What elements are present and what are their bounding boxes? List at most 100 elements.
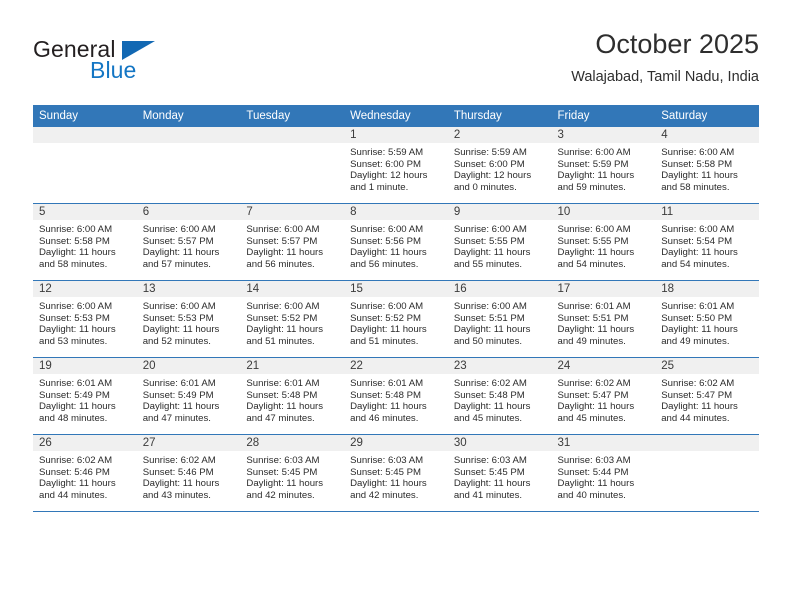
calendar-day-cell[interactable]: 9 Sunrise: 6:00 AM Sunset: 5:55 PM Daylight… [447, 203, 552, 281]
day-number: 13 [136, 281, 241, 297]
calendar-grid: Sunday Monday Tuesday Wednesday Thursday Frid… [33, 105, 759, 512]
calendar-day-cell[interactable]: 6 Sunrise: 6:00 AM Sunset: 5:57 PM Daylight… [136, 203, 241, 281]
calendar-week-row: 1 Sunrise: 5:59 AM Sunset: 6:00 PM Daylight… [33, 127, 759, 204]
calendar-day-cell[interactable]: 19 Sunrise: 6:01 AM Sunset: 5:49 PM Dayligh… [33, 357, 137, 435]
sunrise-text: Sunrise: 6:00 AM [39, 301, 113, 312]
page-title: October 2025 [595, 29, 759, 59]
day-details: Sunrise: 6:01 AM Sunset: 5:48 PM Daylight:… [344, 374, 448, 425]
daylight-text: Daylight: 12 hours and 1 minute. [350, 170, 428, 194]
calendar-day-cell[interactable]: 24 Sunrise: 6:02 AM Sunset: 5:47 PM Dayligh… [551, 357, 656, 435]
daylight-text: Daylight: 11 hours and 48 minutes. [39, 401, 116, 425]
daylight-text: Daylight: 11 hours and 58 minutes. [39, 247, 116, 271]
sunrise-text: Sunrise: 6:00 AM [39, 224, 113, 235]
daylight-text: Daylight: 12 hours and 0 minutes. [453, 170, 532, 194]
day-cell-inner: 6 Sunrise: 6:00 AM Sunset: 5:57 PM Daylight… [136, 204, 241, 280]
day-number: 29 [344, 435, 448, 451]
calendar-day-cell[interactable]: 11 Sunrise: 6:00 AM Sunset: 5:54 PM Dayligh… [655, 203, 759, 281]
calendar-day-cell[interactable]: 30 Sunrise: 6:03 AM Sunset: 5:45 PM Dayligh… [447, 434, 552, 512]
weekday-header-wednesday: Wednesday [344, 105, 448, 127]
sunset-text: Sunset: 5:51 PM [453, 312, 525, 324]
day-details: Sunrise: 6:00 AM Sunset: 5:53 PM Daylight:… [137, 297, 241, 348]
day-number: 17 [551, 281, 656, 297]
calendar-day-cell[interactable]: 13 Sunrise: 6:00 AM Sunset: 5:53 PM Dayligh… [136, 280, 241, 358]
calendar-day-cell[interactable]: 1 Sunrise: 5:59 AM Sunset: 6:00 PM Daylight… [344, 127, 448, 204]
calendar-cell-empty [136, 127, 241, 204]
day-number [240, 127, 345, 143]
day-number: 8 [344, 204, 448, 220]
calendar-day-cell[interactable]: 28 Sunrise: 6:03 AM Sunset: 5:45 PM Dayligh… [240, 434, 345, 512]
day-details: Sunrise: 6:00 AM Sunset: 5:55 PM Daylight:… [552, 220, 656, 271]
calendar-day-cell[interactable]: 7 Sunrise: 6:00 AM Sunset: 5:57 PM Daylight… [240, 203, 345, 281]
calendar-day-cell[interactable]: 20 Sunrise: 6:01 AM Sunset: 5:49 PM Dayligh… [136, 357, 241, 435]
sunset-text: Sunset: 5:49 PM [142, 389, 214, 401]
day-number: 22 [344, 358, 448, 374]
daylight-text: Daylight: 11 hours and 41 minutes. [453, 478, 531, 502]
daylight-text: Daylight: 11 hours and 40 minutes. [557, 478, 635, 502]
sunset-text: Sunset: 5:57 PM [246, 235, 318, 247]
calendar-day-cell[interactable]: 27 Sunrise: 6:02 AM Sunset: 5:46 PM Dayligh… [136, 434, 241, 512]
day-number [33, 127, 137, 143]
calendar-day-cell[interactable]: 31 Sunrise: 6:03 AM Sunset: 5:44 PM Dayligh… [551, 434, 656, 512]
day-cell-inner: 12 Sunrise: 6:00 AM Sunset: 5:53 PM Dayligh… [33, 281, 137, 357]
sunrise-text: Sunrise: 6:01 AM [557, 301, 631, 312]
day-number [655, 435, 759, 451]
calendar-day-cell[interactable]: 21 Sunrise: 6:01 AM Sunset: 5:48 PM Dayligh… [240, 357, 345, 435]
calendar-day-cell[interactable]: 2 Sunrise: 5:59 AM Sunset: 6:00 PM Daylight… [447, 127, 552, 204]
calendar-day-cell[interactable]: 22 Sunrise: 6:01 AM Sunset: 5:48 PM Dayligh… [344, 357, 448, 435]
day-number: 19 [33, 358, 137, 374]
day-details: Sunrise: 5:59 AM Sunset: 6:00 PM Daylight:… [448, 143, 552, 194]
day-cell-inner: 23 Sunrise: 6:02 AM Sunset: 5:48 PM Dayligh… [447, 358, 552, 434]
general-blue-logo[interactable]: General Blue [33, 36, 233, 90]
calendar-body: 1 Sunrise: 5:59 AM Sunset: 6:00 PM Daylight… [33, 127, 759, 512]
day-number: 5 [33, 204, 137, 220]
calendar-day-cell[interactable]: 18 Sunrise: 6:01 AM Sunset: 5:50 PM Dayligh… [655, 280, 759, 358]
sunset-text: Sunset: 5:48 PM [246, 389, 318, 401]
daylight-text: Daylight: 11 hours and 51 minutes. [246, 324, 324, 348]
weekday-header-sunday: Sunday [33, 105, 137, 127]
calendar-week-row: 12 Sunrise: 6:00 AM Sunset: 5:53 PM Dayligh… [33, 280, 759, 358]
calendar-day-cell[interactable]: 12 Sunrise: 6:00 AM Sunset: 5:53 PM Dayligh… [33, 280, 137, 358]
daylight-text: Daylight: 11 hours and 59 minutes. [557, 170, 635, 194]
daylight-text: Daylight: 11 hours and 44 minutes. [39, 478, 116, 502]
calendar-day-cell[interactable]: 17 Sunrise: 6:01 AM Sunset: 5:51 PM Dayligh… [551, 280, 656, 358]
sunset-text: Sunset: 5:53 PM [142, 312, 214, 324]
daylight-text: Daylight: 11 hours and 49 minutes. [661, 324, 738, 348]
day-cell-inner: 9 Sunrise: 6:00 AM Sunset: 5:55 PM Daylight… [447, 204, 552, 280]
day-cell-inner [655, 435, 759, 511]
calendar-day-cell[interactable]: 16 Sunrise: 6:00 AM Sunset: 5:51 PM Dayligh… [447, 280, 552, 358]
day-number: 21 [240, 358, 345, 374]
sunset-text: Sunset: 5:55 PM [453, 235, 525, 247]
calendar-day-cell[interactable]: 29 Sunrise: 6:03 AM Sunset: 5:45 PM Dayligh… [344, 434, 448, 512]
day-details: Sunrise: 6:00 AM Sunset: 5:57 PM Daylight:… [137, 220, 241, 271]
calendar-day-cell[interactable]: 3 Sunrise: 6:00 AM Sunset: 5:59 PM Daylight… [551, 127, 656, 204]
day-details: Sunrise: 6:00 AM Sunset: 5:54 PM Daylight:… [655, 220, 759, 271]
calendar-day-cell[interactable]: 14 Sunrise: 6:00 AM Sunset: 5:52 PM Dayligh… [240, 280, 345, 358]
daylight-text: Daylight: 11 hours and 56 minutes. [350, 247, 427, 271]
sunrise-text: Sunrise: 6:00 AM [453, 224, 527, 235]
day-cell-inner: 25 Sunrise: 6:02 AM Sunset: 5:47 PM Dayligh… [655, 358, 759, 434]
day-cell-inner: 1 Sunrise: 5:59 AM Sunset: 6:00 PM Daylight… [344, 127, 448, 203]
day-cell-inner [33, 127, 137, 203]
day-number: 4 [655, 127, 759, 143]
sunset-text: Sunset: 5:48 PM [453, 389, 525, 401]
sunrise-text: Sunrise: 6:00 AM [246, 224, 320, 235]
calendar-day-cell[interactable]: 10 Sunrise: 6:00 AM Sunset: 5:55 PM Dayligh… [551, 203, 656, 281]
calendar-day-cell[interactable]: 5 Sunrise: 6:00 AM Sunset: 5:58 PM Daylight… [33, 203, 137, 281]
day-number: 31 [551, 435, 656, 451]
calendar-day-cell[interactable]: 25 Sunrise: 6:02 AM Sunset: 5:47 PM Dayligh… [655, 357, 759, 435]
calendar-cell-empty [33, 127, 137, 204]
day-cell-inner: 19 Sunrise: 6:01 AM Sunset: 5:49 PM Dayligh… [33, 358, 137, 434]
weekday-header-saturday: Saturday [655, 105, 759, 127]
calendar-day-cell[interactable]: 15 Sunrise: 6:00 AM Sunset: 5:52 PM Dayligh… [344, 280, 448, 358]
day-cell-inner: 15 Sunrise: 6:00 AM Sunset: 5:52 PM Dayligh… [344, 281, 448, 357]
sunset-text: Sunset: 5:52 PM [246, 312, 318, 324]
calendar-day-cell[interactable]: 8 Sunrise: 6:00 AM Sunset: 5:56 PM Daylight… [344, 203, 448, 281]
sunset-text: Sunset: 6:00 PM [350, 158, 422, 170]
calendar-day-cell[interactable]: 26 Sunrise: 6:02 AM Sunset: 5:46 PM Dayligh… [33, 434, 137, 512]
calendar-day-cell[interactable]: 4 Sunrise: 6:00 AM Sunset: 5:58 PM Daylight… [655, 127, 759, 204]
sunrise-text: Sunrise: 6:01 AM [661, 301, 735, 312]
day-details: Sunrise: 6:02 AM Sunset: 5:46 PM Daylight:… [137, 451, 241, 502]
calendar-day-cell[interactable]: 23 Sunrise: 6:02 AM Sunset: 5:48 PM Dayligh… [447, 357, 552, 435]
sunset-text: Sunset: 5:49 PM [39, 389, 110, 401]
day-number: 30 [447, 435, 552, 451]
